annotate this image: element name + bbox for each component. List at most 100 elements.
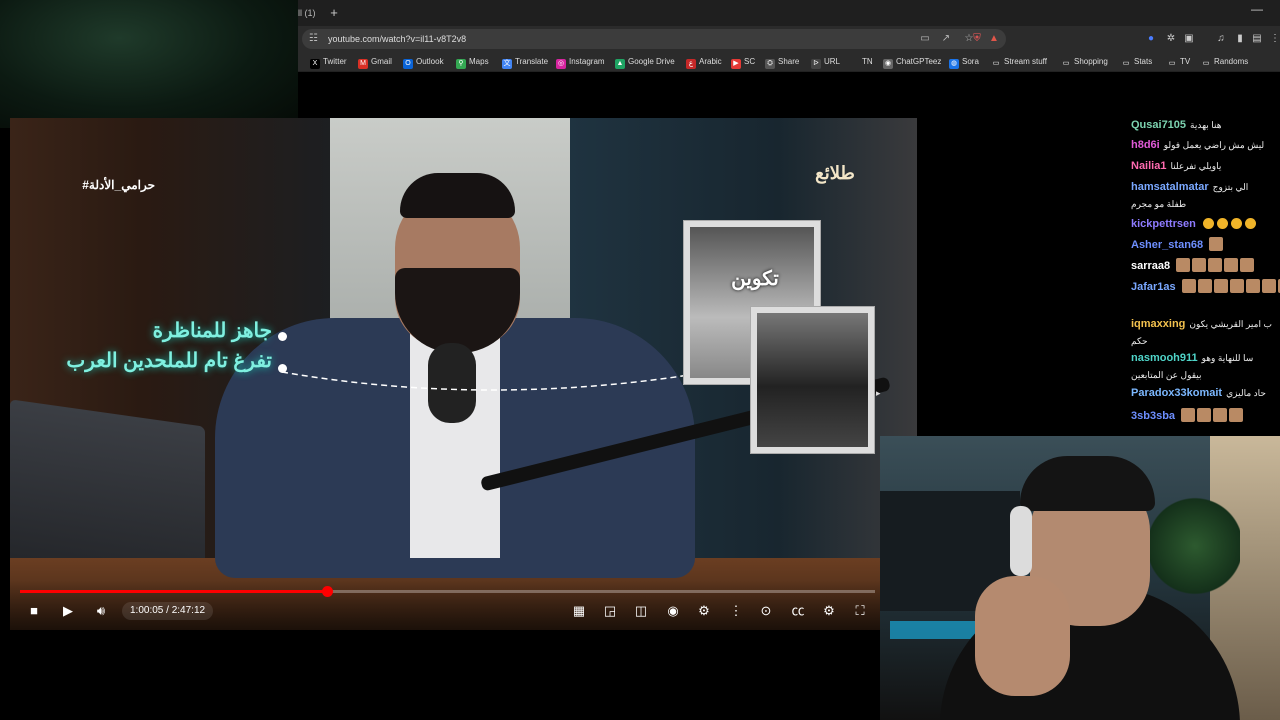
chat-text: الي بتزوج	[1212, 182, 1249, 192]
chat-username[interactable]: sarraa8	[1131, 260, 1170, 272]
bookmark-icon: ◍	[949, 59, 959, 69]
bookmark-share[interactable]: ⛭ Share	[765, 54, 799, 70]
bookmark-icon: ◉	[883, 59, 893, 69]
bookmark-label: Sora	[962, 57, 979, 66]
bookmark-label: Gmail	[371, 57, 392, 66]
bookmark-icon: ⛭	[765, 59, 775, 69]
quality-settings-icon[interactable]: ⚙	[820, 602, 838, 620]
settings-gear-icon[interactable]: ⚙	[695, 602, 713, 620]
bookmark-arabic[interactable]: ع Arabic	[686, 54, 722, 70]
bookmark-icon: ▶	[731, 59, 741, 69]
chat-text: ب امير القريشي يكون	[1189, 319, 1272, 329]
rewards-icon[interactable]: ▲	[987, 32, 1001, 46]
bookmark-icon: O	[403, 59, 413, 69]
laugh-emoji-icon	[1202, 218, 1214, 229]
streamer-webcam	[880, 436, 1280, 720]
tab-active[interactable]: ll (1)	[298, 3, 320, 23]
bookmark-label: URL	[824, 57, 841, 66]
bookmark-sora[interactable]: ◍ Sora	[949, 54, 979, 70]
bookmark-shopping[interactable]: ▭ Shopping	[1061, 54, 1108, 70]
autoplay-toggle-icon[interactable]: ⊙	[757, 602, 775, 620]
chat-message: Jafar1as	[1131, 279, 1280, 294]
more-options-icon[interactable]: ⋮	[727, 602, 745, 620]
bookmark-stream-stuff[interactable]: ▭ Stream stuff	[991, 54, 1047, 70]
site-settings-icon[interactable]: ☷	[309, 33, 321, 45]
tab-strip	[298, 0, 1280, 26]
bookmark-translate[interactable]: 文 Translate	[502, 54, 548, 70]
chat-username[interactable]: iqmaxxing	[1131, 318, 1185, 330]
chat-username[interactable]: Nailia1	[1131, 160, 1166, 172]
bookmark-maps[interactable]: ⚲ Maps	[456, 54, 489, 70]
chapters-icon[interactable]: ▦	[570, 602, 588, 620]
captions-icon[interactable]: ㏄	[789, 602, 807, 620]
share-icon[interactable]: ↗	[939, 32, 953, 46]
bookmark-label: Instagram	[569, 57, 605, 66]
bookmark-randoms[interactable]: ▭ Randoms	[1201, 54, 1248, 70]
screenshot-icon[interactable]: ◉	[664, 602, 682, 620]
chat-username[interactable]: hamsatalmatar	[1131, 181, 1209, 193]
minimize-button[interactable]: —	[1250, 2, 1264, 20]
sidebar-icon[interactable]: ▣	[1182, 32, 1196, 46]
bookmark-label: Translate	[515, 57, 549, 66]
install-app-icon[interactable]: ▭	[918, 32, 932, 46]
bookmark-tv[interactable]: ▭ TV	[1167, 54, 1190, 70]
bookmark-outlook[interactable]: O Outlook	[403, 54, 444, 70]
chat-message: nasmooh911 سا للنهاية وهو	[1131, 351, 1279, 365]
brave-shield-icon[interactable]: ⛨	[970, 32, 984, 46]
chat-username[interactable]: kickpettrsen	[1131, 218, 1196, 230]
progress-scrubber[interactable]	[321, 586, 333, 597]
chat-text: ياويلي تفرعلنا	[1170, 161, 1222, 171]
media-icon[interactable]: ♫	[1214, 32, 1228, 46]
bookmark-label: Google Drive	[628, 57, 675, 66]
headphones	[1010, 506, 1032, 576]
channel-logo: طلائع	[815, 163, 855, 183]
progress-fill	[20, 590, 327, 593]
video-player[interactable]: #حرامي_الأدلة جاهز للمناظرة تفرغ تام للم…	[10, 118, 917, 630]
chat-username[interactable]: 3sb3sba	[1131, 410, 1175, 422]
live-chat: Qusai7105 هنا بهدية h8d6i ليش مش راضي يعمل …	[1123, 118, 1280, 430]
bookmark-instagram[interactable]: ◎ Instagram	[556, 54, 605, 70]
chat-username[interactable]: Jafar1as	[1131, 281, 1176, 293]
chat-username[interactable]: h8d6i	[1131, 139, 1160, 151]
duration: 2:47:12	[171, 605, 206, 616]
split-view-icon[interactable]: ▮	[1233, 32, 1247, 46]
bookmark-chatgpteez[interactable]: ◉ ChatGPTeez	[883, 54, 941, 70]
new-tab-button[interactable]: +	[326, 4, 342, 22]
bookmark-gmail[interactable]: M Gmail	[358, 54, 392, 70]
bookmark-google-drive[interactable]: ▲ Google Drive	[615, 54, 675, 70]
chat-username[interactable]: Asher_stan68	[1131, 239, 1203, 251]
chat-message: sarraa8	[1131, 258, 1279, 273]
downloads-icon[interactable]: ▤	[1250, 32, 1264, 46]
fullscreen-icon[interactable]: ⛶	[851, 602, 869, 620]
bookmark-twitter[interactable]: X Twitter	[310, 54, 347, 70]
bookmark-label: TN	[862, 57, 873, 66]
url-text[interactable]: youtube.com/watch?v=il11-v8T2v8	[328, 29, 466, 49]
bookmark-icon: 文	[502, 59, 512, 69]
stop-icon[interactable]: ■	[25, 602, 43, 620]
bookmark-label: ChatGPTeez	[896, 57, 942, 66]
chat-message: Paradox33komait حاد ماليزي	[1131, 386, 1279, 400]
chat-emote-icon	[1213, 279, 1228, 293]
bookmark-sc[interactable]: ▶ SC	[731, 54, 755, 70]
puzzle-icon[interactable]: ✲	[1164, 32, 1178, 46]
bookmark-stats[interactable]: ▭ Stats	[1121, 54, 1152, 70]
current-time: 1:00:05	[130, 605, 164, 616]
theater-mode-icon[interactable]: ◫	[632, 602, 650, 620]
chat-username[interactable]: nasmooh911	[1131, 352, 1198, 364]
play-icon[interactable]: ▶	[59, 602, 77, 620]
chat-username[interactable]: Qusai7105	[1131, 119, 1186, 131]
time-separator: /	[163, 605, 172, 616]
miniplayer-icon[interactable]: ◲	[601, 602, 619, 620]
bookmark-url[interactable]: ᐅ URL	[811, 54, 840, 70]
chat-message: 3sb3sba	[1131, 408, 1279, 423]
bookmark-tn[interactable]: TN	[862, 54, 873, 70]
chat-message: Asher_stan68	[1131, 237, 1279, 252]
menu-icon[interactable]: ⋮	[1268, 32, 1280, 46]
bookmark-label: Arabic	[699, 57, 722, 66]
bookmark-icon: ⚲	[456, 59, 466, 69]
extension-icon[interactable]: ●	[1144, 32, 1158, 46]
volume-icon[interactable]: 🔊︎	[92, 602, 110, 620]
streamer-cap	[1020, 456, 1155, 511]
chat-username[interactable]: Paradox33komait	[1131, 387, 1222, 399]
bookmark-label: Twitter	[323, 57, 347, 66]
